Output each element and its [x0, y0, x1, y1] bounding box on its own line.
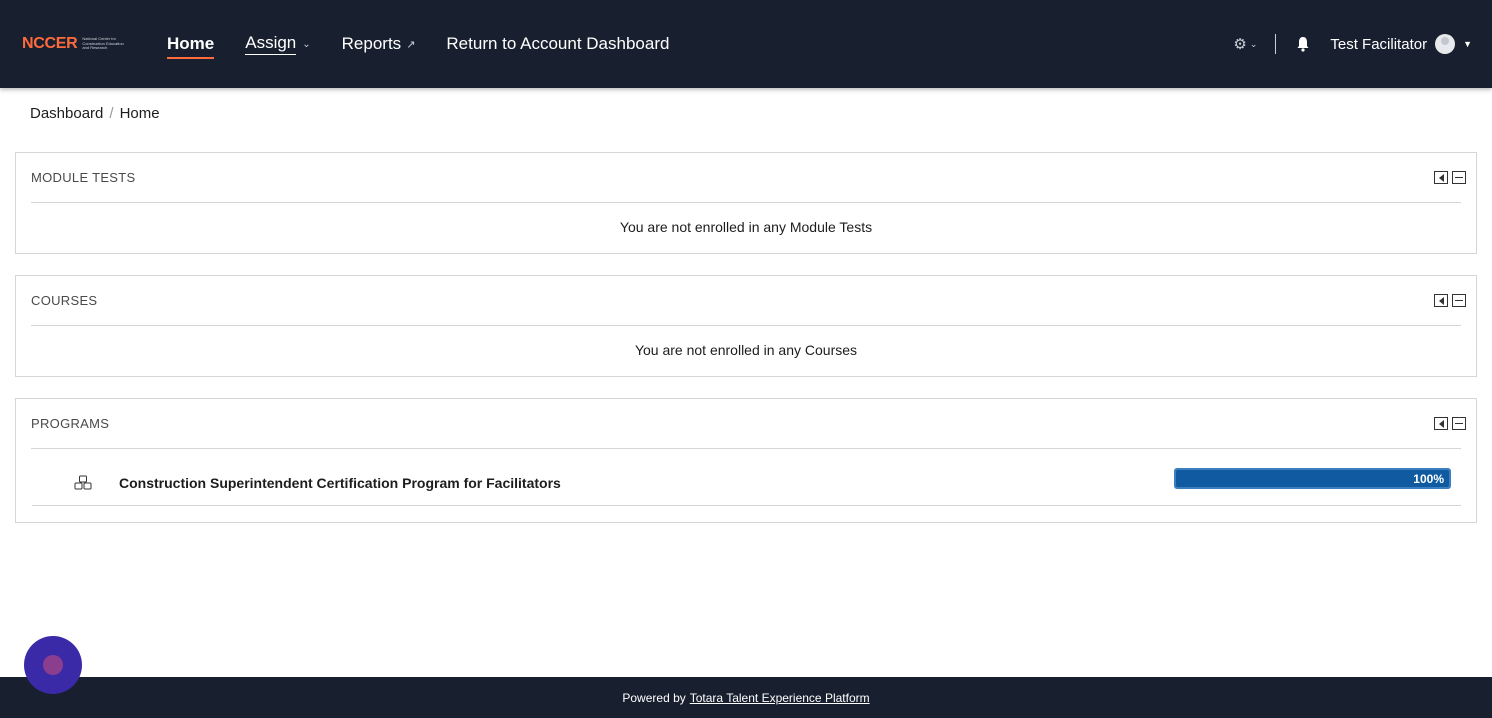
gear-icon: ⚙: [1233, 36, 1247, 53]
logo-text: NCCER: [22, 35, 78, 52]
breadcrumb-separator: /: [109, 105, 114, 122]
dock-left-icon[interactable]: [1434, 417, 1448, 430]
chevron-down-icon: ⌄: [1249, 38, 1258, 49]
collapse-icon[interactable]: [1452, 417, 1466, 430]
program-icon: [74, 475, 92, 490]
logo-subtext: National Center for Construction Educati…: [82, 36, 124, 51]
empty-message: You are not enrolled in any Module Tests: [619, 219, 873, 235]
external-link-icon: ↗: [406, 38, 416, 51]
progress-fill: 100%: [1176, 470, 1449, 487]
block-header: COURSES: [31, 276, 1466, 326]
dock-left-icon[interactable]: [1434, 294, 1448, 307]
footer-link[interactable]: Totara Talent Experience Platform: [690, 691, 870, 705]
bell-icon[interactable]: [1296, 36, 1310, 52]
breadcrumb: Dashboard / Home: [30, 105, 160, 122]
chat-icon: [43, 655, 63, 675]
block-title: MODULE TESTS: [31, 170, 136, 185]
chevron-down-icon: ⌄: [302, 38, 311, 50]
block-controls: [1430, 294, 1466, 307]
block-title: COURSES: [31, 293, 98, 308]
nav-assign-label: Assign: [245, 33, 297, 55]
empty-message: You are not enrolled in any Courses: [634, 342, 858, 358]
chat-launcher-button[interactable]: [24, 636, 82, 694]
collapse-icon[interactable]: [1452, 294, 1466, 307]
block-header: MODULE TESTS: [31, 153, 1466, 203]
block-title: PROGRAMS: [31, 416, 110, 431]
progress-label: 100%: [1413, 471, 1444, 486]
program-name-link[interactable]: Construction Superintendent Certificatio…: [119, 475, 561, 491]
nav-reports-label: Reports: [341, 34, 402, 53]
breadcrumb-dashboard[interactable]: Dashboard: [30, 105, 103, 122]
caret-down-icon[interactable]: ▼: [1463, 39, 1472, 49]
module-tests-block: MODULE TESTS You are not enrolled in any…: [15, 152, 1477, 254]
nav-assign[interactable]: Assign ⌄: [245, 29, 311, 59]
breadcrumb-current: Home: [119, 105, 160, 122]
list-item: Construction Superintendent Certificatio…: [32, 449, 1461, 506]
courses-block: COURSES You are not enrolled in any Cour…: [15, 275, 1477, 377]
footer-prefix: Powered by: [622, 690, 686, 705]
footer: Powered by Totara Talent Experience Plat…: [0, 677, 1492, 718]
nav-reports[interactable]: Reports ↗: [342, 29, 416, 59]
user-name[interactable]: Test Facilitator: [1330, 36, 1427, 53]
dock-left-icon[interactable]: [1434, 171, 1448, 184]
programs-block: PROGRAMS Construction Superintendent Cer…: [15, 398, 1477, 523]
top-navbar: NCCER National Center for Construction E…: [0, 0, 1492, 88]
header-tools: ⚙ ⌄ Test Facilitator ▼: [1233, 0, 1472, 88]
nav-home-label: Home: [167, 34, 215, 53]
avatar[interactable]: [1435, 34, 1456, 54]
header-divider: [1275, 34, 1277, 54]
main-nav: Home Assign ⌄ Reports ↗ Return to Accoun…: [167, 0, 700, 88]
settings-menu[interactable]: ⚙ ⌄: [1233, 35, 1257, 53]
block-header: PROGRAMS: [31, 399, 1466, 449]
nav-home[interactable]: Home: [167, 29, 215, 59]
progress-bar: 100%: [1174, 468, 1451, 489]
nav-return-dashboard[interactable]: Return to Account Dashboard: [446, 29, 669, 59]
nav-return-dashboard-label: Return to Account Dashboard: [446, 34, 670, 53]
nccer-logo[interactable]: NCCER National Center for Construction E…: [22, 35, 126, 53]
block-controls: [1430, 417, 1466, 430]
block-controls: [1430, 171, 1466, 184]
collapse-icon[interactable]: [1452, 171, 1466, 184]
